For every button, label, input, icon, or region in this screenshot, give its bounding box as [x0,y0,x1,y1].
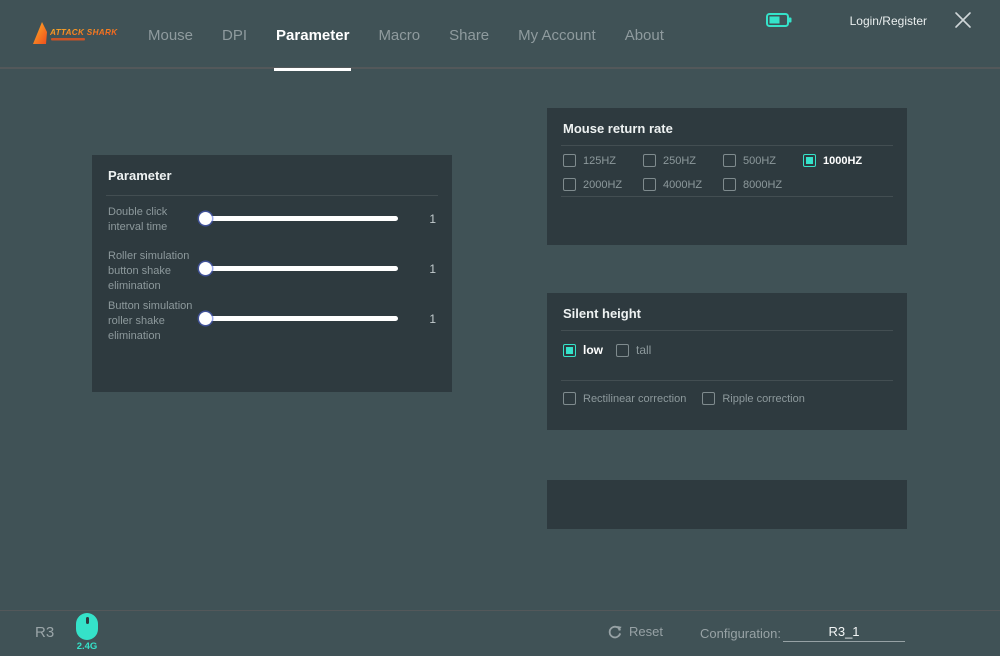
checkbox[interactable] [563,154,576,167]
configuration-label: Configuration: [700,626,781,641]
rate-option-4000hz[interactable]: 4000HZ [643,178,723,191]
roller-sim-slider-track[interactable] [203,266,398,271]
silent-height-panel-title: Silent height [563,306,641,321]
return-rate-panel-title: Mouse return rate [563,121,673,136]
brand-text: ATTACK SHARK [49,28,118,37]
height-option-tall[interactable]: tall [616,343,651,357]
rate-option-250hz[interactable]: 250HZ [643,154,723,167]
height-option-low[interactable]: low [563,343,603,357]
button-sim-slider-track[interactable] [203,316,398,321]
rate-option-2000hz[interactable]: 2000HZ [563,178,643,191]
close-icon[interactable] [954,11,972,29]
rectilinear-correction-option[interactable]: Rectilinear correction [563,392,686,405]
parameter-panel: Parameter Double click interval time 1 R… [92,155,452,392]
battery-icon [766,13,792,27]
rate-option-8000hz[interactable]: 8000HZ [723,178,803,191]
mouse-device-icon[interactable] [76,613,98,640]
silent-height-panel: Silent height low tall Rectilinear corre… [547,293,907,430]
checkbox[interactable] [723,154,736,167]
footer-bar: R3 2.4G Reset Configuration: R3_1 [0,610,1000,656]
tab-dpi[interactable]: DPI [222,0,247,71]
double-click-slider-value: 1 [429,212,436,226]
return-rate-panel: Mouse return rate 125HZ 250HZ 500HZ 1000… [547,108,907,245]
double-click-slider-thumb[interactable] [199,212,212,225]
height-options: low tall [563,343,651,357]
divider [561,196,893,197]
rate-option-500hz[interactable]: 500HZ [723,154,803,167]
tab-share[interactable]: Share [449,0,489,71]
tab-macro[interactable]: Macro [378,0,420,71]
checkbox[interactable] [616,344,629,357]
rate-option-125hz[interactable]: 125HZ [563,154,643,167]
slider-label-double-click: Double click interval time [108,205,202,235]
button-sim-slider-thumb[interactable] [199,312,212,325]
tab-mouse[interactable]: Mouse [148,0,193,71]
login-register-link[interactable]: Login/Register [850,14,927,28]
parameter-panel-title: Parameter [108,168,172,183]
brand-logo: ATTACK SHARK [30,19,130,53]
divider [561,380,893,381]
divider [561,330,893,331]
divider [561,145,893,146]
logo-tagline [51,38,85,41]
scroll-wheel-icon [86,617,89,624]
reset-button[interactable]: Reset [608,624,663,639]
rate-option-1000hz[interactable]: 1000HZ [803,154,883,167]
roller-sim-slider-value: 1 [429,262,436,276]
configuration-name-input[interactable]: R3_1 [783,622,905,642]
tab-about[interactable]: About [625,0,664,71]
checkbox[interactable] [702,392,715,405]
checkbox[interactable] [643,154,656,167]
top-bar: ATTACK SHARK Mouse DPI Parameter Macro S… [0,0,1000,69]
roller-sim-slider-thumb[interactable] [199,262,212,275]
connection-mode-label: 2.4G [70,641,104,652]
shark-fin-icon [33,22,47,44]
empty-panel [547,480,907,529]
ripple-correction-option[interactable]: Ripple correction [702,392,805,405]
checkbox[interactable] [723,178,736,191]
button-sim-slider-value: 1 [429,312,436,326]
device-name: R3 [35,624,54,641]
checkbox[interactable] [563,392,576,405]
correction-options: Rectilinear correction Ripple correction [563,392,805,405]
reset-label: Reset [629,624,663,639]
slider-label-roller-sim: Roller simulation button shake eliminati… [108,249,202,295]
checkbox[interactable] [643,178,656,191]
double-click-slider-track[interactable] [203,216,398,221]
divider [106,195,438,196]
reset-icon [608,625,622,639]
checkbox-checked[interactable] [563,344,576,357]
checkbox[interactable] [563,178,576,191]
tab-my-account[interactable]: My Account [518,0,596,71]
slider-label-button-sim: Button simulation roller shake eliminati… [108,299,202,345]
tab-parameter[interactable]: Parameter [276,0,349,71]
main-nav: Mouse DPI Parameter Macro Share My Accou… [148,0,664,71]
return-rate-options: 125HZ 250HZ 500HZ 1000HZ 2000HZ 4000HZ [563,154,895,191]
checkbox-checked[interactable] [803,154,816,167]
app-window: ATTACK SHARK Mouse DPI Parameter Macro S… [0,0,1000,656]
